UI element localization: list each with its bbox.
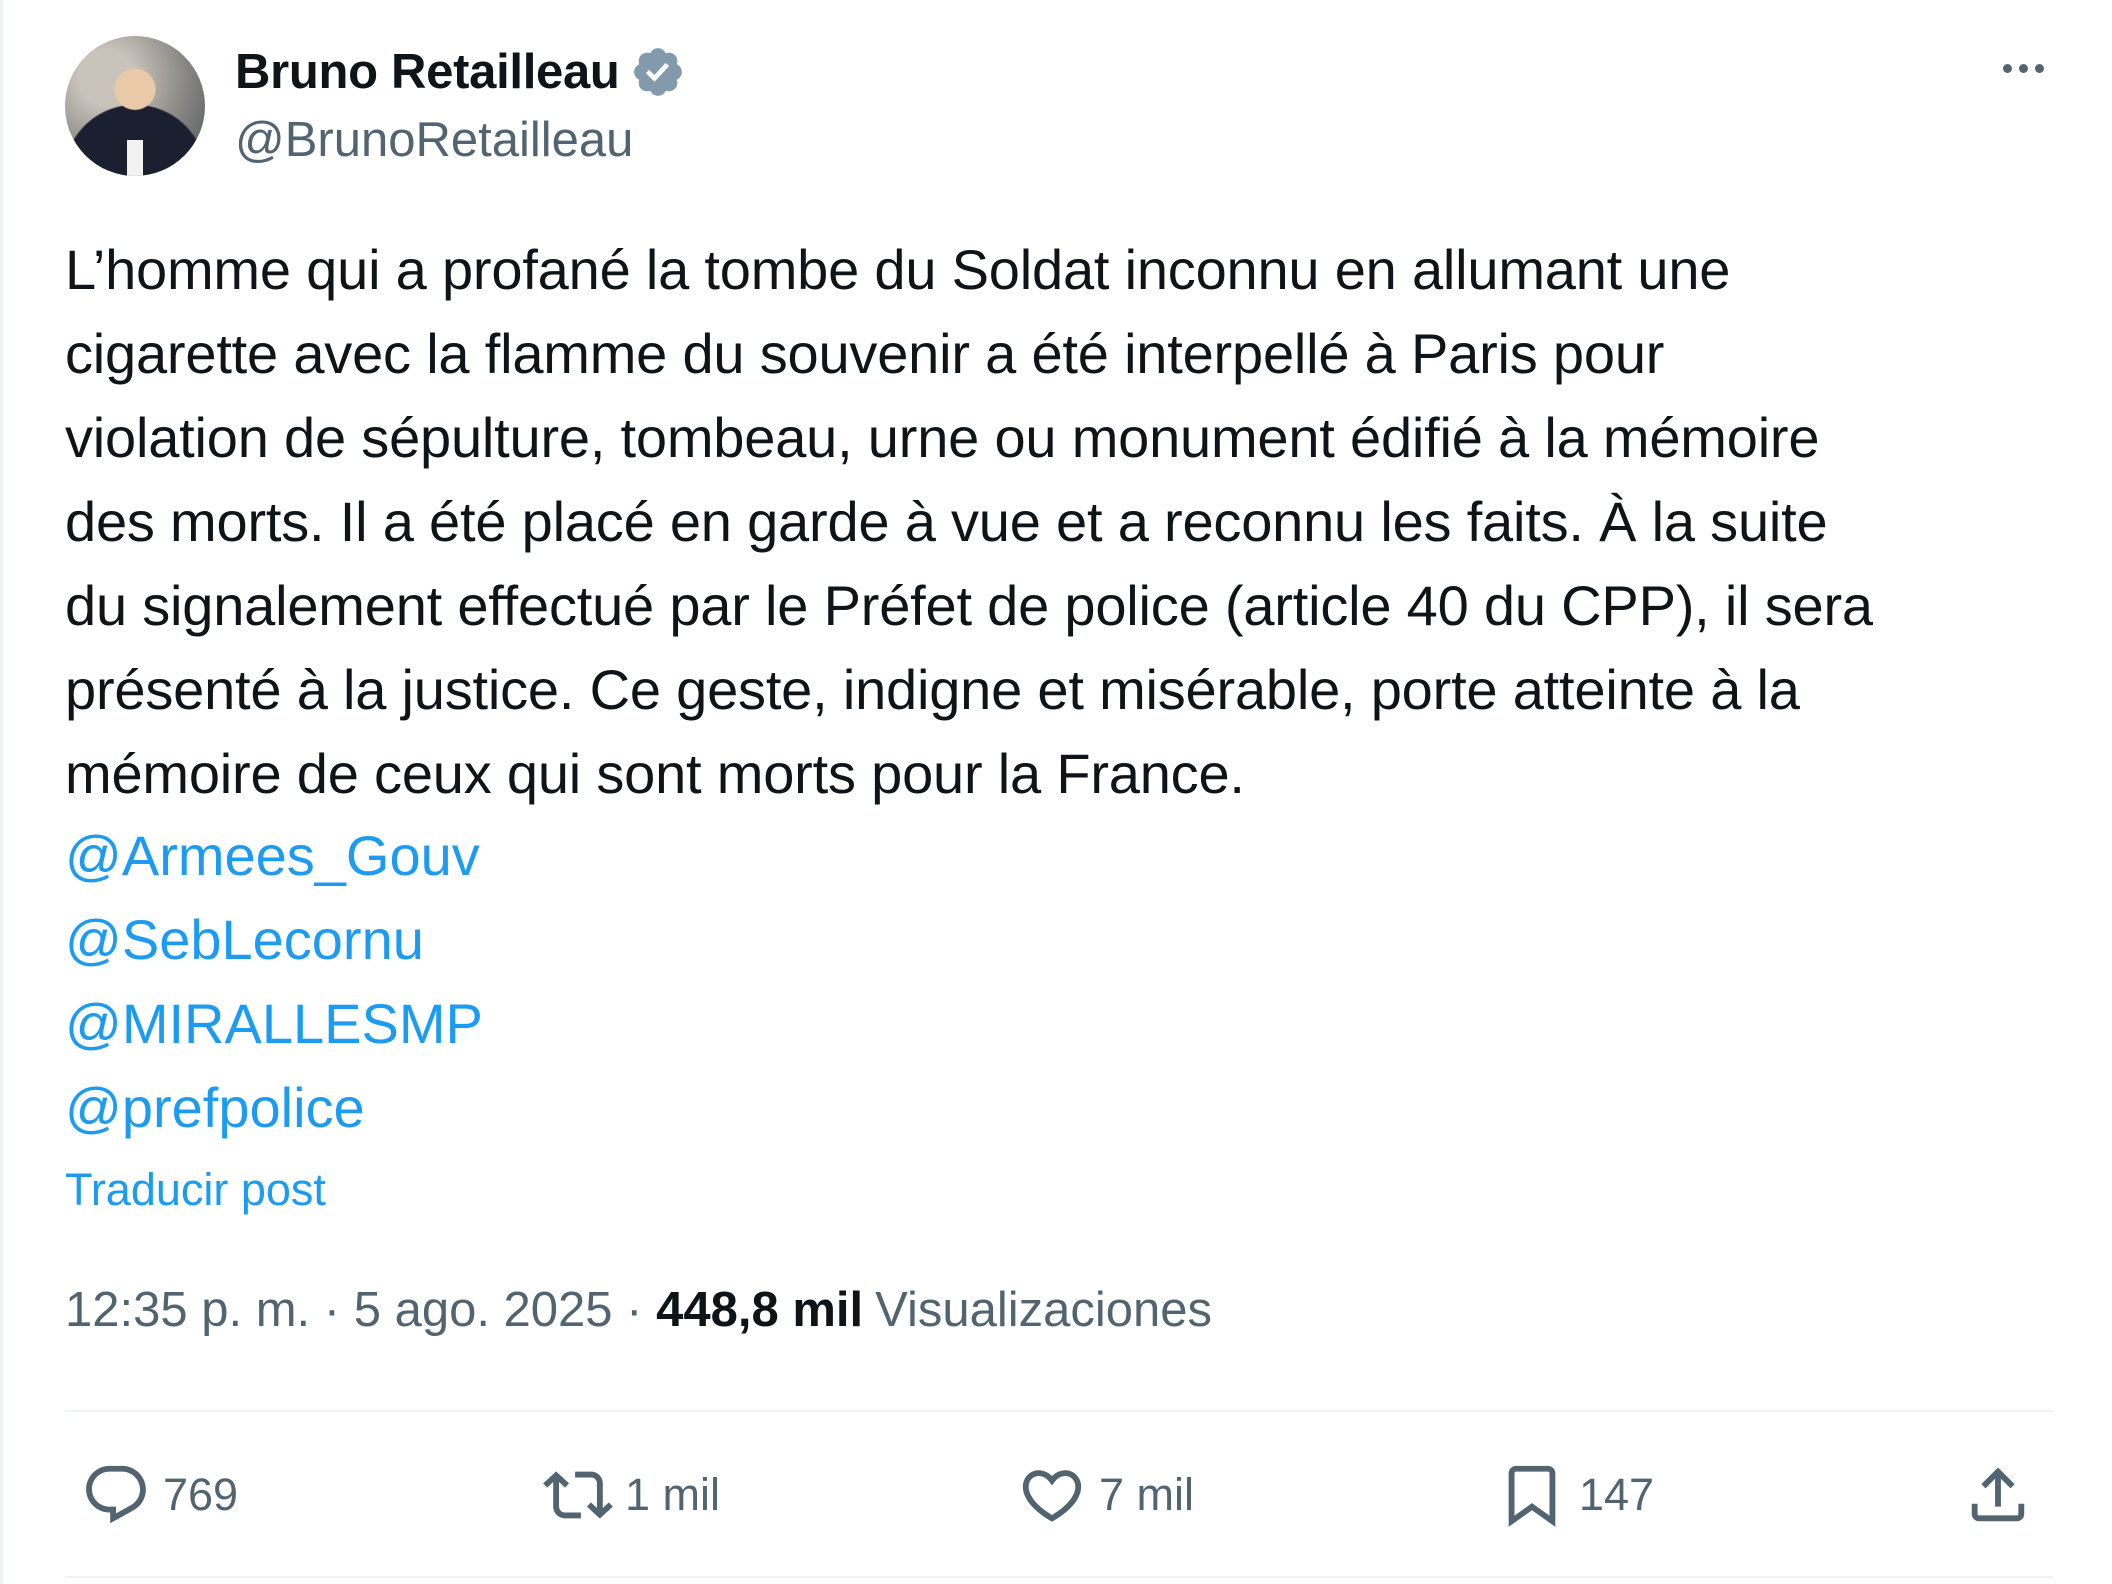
- tweet-text: L’homme qui a profané la tombe du Soldat…: [65, 228, 2065, 816]
- like-count: 7 mil: [1099, 1469, 1195, 1520]
- tweet-text-line: cigarette avec la flamme du souvenir a é…: [65, 322, 1665, 385]
- mentions-list: @Armees_Gouv @SebLecornu @MIRALLESMP @pr…: [65, 814, 483, 1150]
- like-button[interactable]: 7 mil: [1017, 1450, 1194, 1540]
- views-label[interactable]: Visualizaciones: [875, 1282, 1212, 1338]
- tweet-text-line: des morts. Il a été placé en garde à vue…: [65, 490, 1828, 553]
- views-count[interactable]: 448,8 mil: [656, 1282, 863, 1338]
- verified-badge-icon: [633, 48, 682, 96]
- tweet-text-line: du signalement effectué par le Préfet de…: [65, 574, 1873, 637]
- post-date[interactable]: 5 ago. 2025: [354, 1282, 613, 1338]
- share-button[interactable]: [1963, 1450, 2033, 1540]
- mention-link[interactable]: @MIRALLESMP: [65, 982, 483, 1066]
- action-bar: 769 1 mil 7 mil 147: [65, 1450, 2053, 1540]
- repost-icon: [543, 1471, 613, 1519]
- mention-link[interactable]: @Armees_Gouv: [65, 814, 483, 898]
- tweet-text-line: violation de sépulture, tombeau, urne ou…: [65, 406, 1820, 469]
- mention-link[interactable]: @prefpolice: [65, 1066, 483, 1150]
- avatar[interactable]: [65, 36, 205, 176]
- author-row: Bruno Retailleau: [235, 40, 686, 104]
- more-options-icon[interactable]: [1993, 48, 2053, 88]
- post-time[interactable]: 12:35 p. m.: [65, 1282, 310, 1338]
- reply-count: 769: [163, 1469, 239, 1520]
- tweet-text-line: L’homme qui a profané la tombe du Soldat…: [65, 238, 1731, 301]
- repost-button[interactable]: 1 mil: [543, 1450, 720, 1540]
- divider: [65, 1576, 2053, 1578]
- repost-count: 1 mil: [625, 1469, 721, 1520]
- tweet-text-line: présenté à la justice. Ce geste, indigne…: [65, 658, 1800, 721]
- meta-separator: ·: [612, 1283, 657, 1337]
- heart-icon: [1022, 1470, 1082, 1522]
- meta-separator: ·: [310, 1283, 354, 1337]
- translate-post-link[interactable]: Traducir post: [65, 1164, 326, 1216]
- bookmark-button[interactable]: 147: [1497, 1450, 1654, 1540]
- author-name[interactable]: Bruno Retailleau: [235, 44, 620, 100]
- reply-icon: [86, 1465, 146, 1524]
- mention-link[interactable]: @SebLecornu: [65, 898, 483, 982]
- tweet-meta: 12:35 p. m. · 5 ago. 2025 · 448,8 mil Vi…: [65, 1282, 1212, 1338]
- share-icon: [1971, 1467, 2025, 1522]
- divider: [65, 1410, 2053, 1412]
- tweet-card: Bruno Retailleau @BrunoRetailleau L’homm…: [0, 0, 2112, 1584]
- reply-button[interactable]: 769: [81, 1450, 238, 1540]
- author-handle[interactable]: @BrunoRetailleau: [235, 112, 633, 168]
- tweet-text-line: mémoire de ceux qui sont morts pour la F…: [65, 742, 1245, 805]
- bookmark-count: 147: [1579, 1469, 1655, 1520]
- bookmark-icon: [1508, 1465, 1556, 1527]
